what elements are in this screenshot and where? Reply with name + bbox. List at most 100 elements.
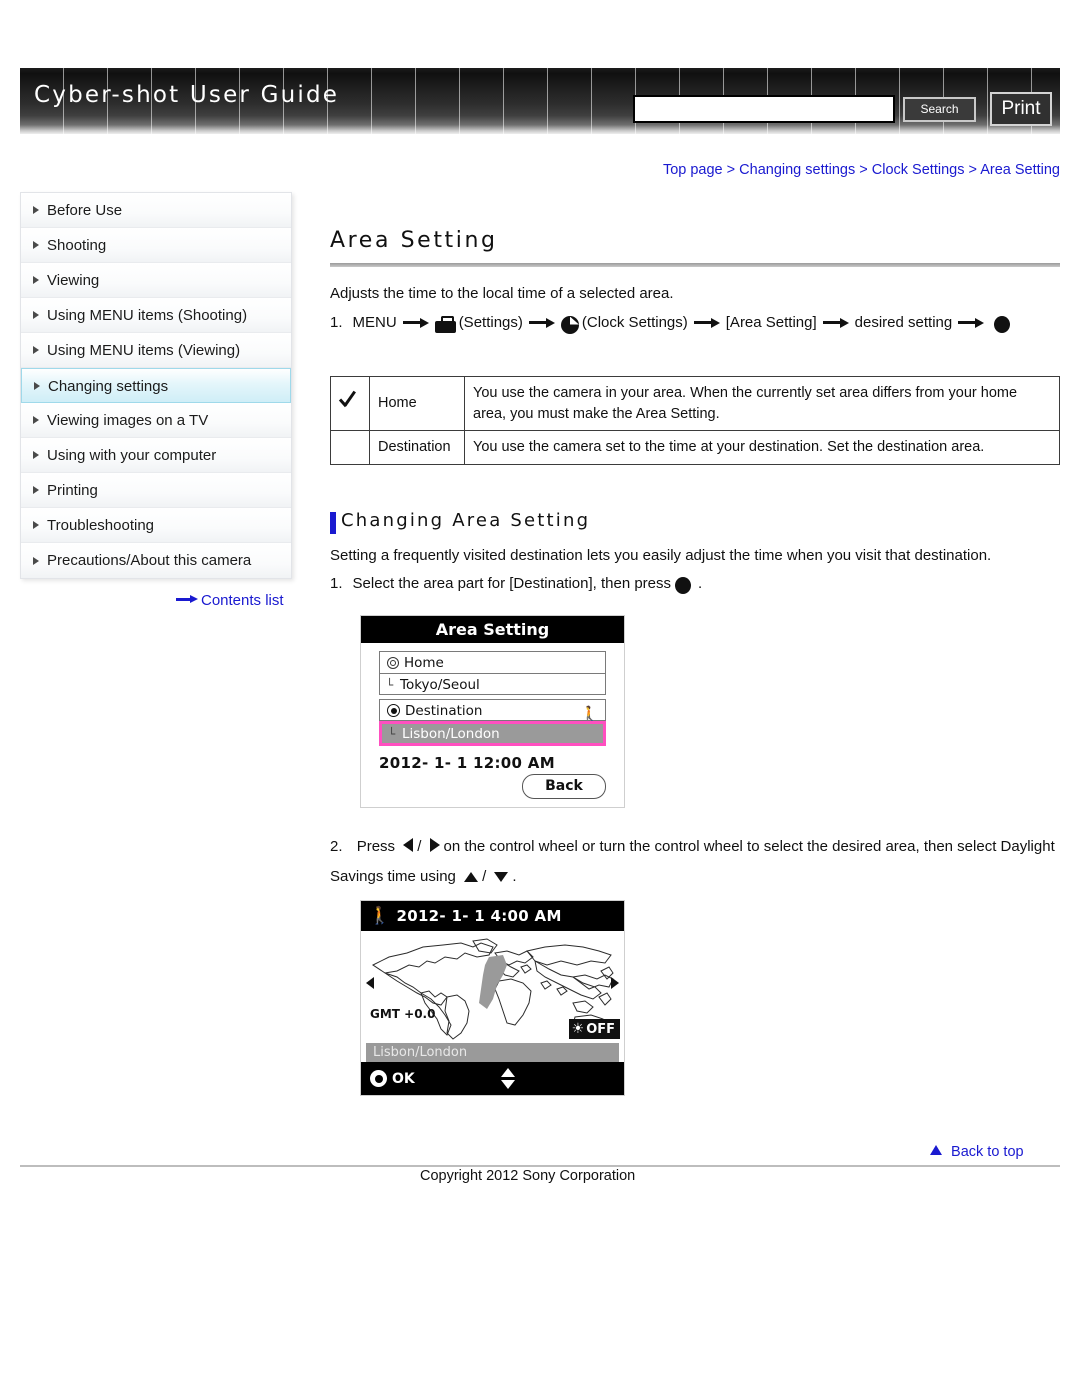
clock-settings-label: (Clock Settings) (581, 314, 688, 331)
contents-list-link[interactable]: Contents list (176, 592, 284, 609)
arrow-right-icon (822, 317, 849, 328)
page-root: Cyber-shot User Guide Search Print Befor… (0, 0, 1080, 1397)
home-ring-icon (387, 657, 399, 669)
dst-state-label: OFF (586, 1021, 615, 1037)
row-name-cell: Destination (369, 430, 465, 465)
arrow-up-down-icon (501, 1068, 515, 1089)
print-button[interactable]: Print (990, 92, 1052, 126)
camera-row-label: Lisbon/London (402, 726, 500, 742)
sidebar-item-viewing-images-tv[interactable]: Viewing images on a TV (21, 403, 291, 438)
camera-back-button[interactable]: Back (522, 774, 606, 799)
arrow-right-icon (693, 317, 720, 328)
branch-icon: └ (388, 727, 396, 741)
step-number: 1. (330, 575, 343, 592)
sidebar-item-troubleshooting[interactable]: Troubleshooting (21, 508, 291, 543)
step-number: 2. (330, 838, 343, 855)
sidebar-item-label: Viewing (47, 272, 100, 289)
sidebar-item-label: Using with your computer (47, 447, 217, 464)
area-setting-label: [Area Setting] (725, 314, 817, 331)
contents-list-label: Contents list (201, 592, 284, 609)
camera-datetime: 2012- 1- 1 12:00 AM (379, 754, 555, 772)
table-row: Home You use the camera in your area. Wh… (330, 375, 1060, 432)
sidebar-item-using-menu-shooting[interactable]: Using MENU items (Shooting) (21, 298, 291, 333)
step-text-after: . (698, 575, 703, 592)
arrow-right-icon (176, 595, 198, 604)
site-title: Cyber-shot User Guide (34, 82, 340, 108)
table-row: Destination You use the camera set to th… (330, 430, 1060, 465)
camera-screen-body: Home └ Tokyo/Seoul Destination 🚶 └ Lisbon/… (361, 643, 624, 772)
breadcrumb-separator: > (968, 162, 977, 178)
menu-label: MENU (352, 314, 397, 331)
breadcrumb-top-page[interactable]: Top page (663, 162, 723, 178)
sidebar-item-viewing[interactable]: Viewing (21, 263, 291, 298)
breadcrumb-clock-settings[interactable]: Clock Settings (872, 162, 965, 178)
arrow-up-icon (464, 872, 479, 882)
world-map: GMT +0.0 ☀ OFF (361, 931, 624, 1043)
map-arrow-left-icon[interactable] (366, 977, 374, 989)
arrow-down-icon (494, 872, 509, 882)
sidebar-item-label: Using MENU items (Viewing) (47, 342, 241, 359)
sidebar-item-label: Precautions/About this camera (47, 552, 252, 569)
section-step-1: 1. Select the area part for [Destination… (330, 575, 703, 594)
gmt-offset-label: GMT +0.0 (370, 1007, 436, 1021)
section-description: Setting a frequently visited destination… (330, 547, 992, 564)
camera-row-destination-city[interactable]: └ Lisbon/London (379, 721, 606, 746)
checkmark-icon (339, 390, 361, 410)
camera-row-label: Home (404, 655, 444, 671)
branch-icon: └ (386, 678, 394, 692)
settings-toolbox-icon (434, 315, 456, 333)
row-check-cell (330, 430, 370, 465)
arrow-right-icon (429, 838, 440, 852)
back-to-top-label: Back to top (951, 1144, 1024, 1160)
search-input[interactable] (633, 95, 895, 123)
camera-map-city: Lisbon/London (366, 1043, 619, 1062)
sidebar-item-before-use[interactable]: Before Use (21, 193, 291, 228)
site-header: Cyber-shot User Guide Search Print (20, 68, 1060, 134)
sidebar-item-label: Changing settings (48, 378, 169, 395)
sidebar-nav: Before Use Shooting Viewing Using MENU i… (20, 192, 292, 579)
row-desc-cell: You use the camera set to the time at yo… (464, 430, 1060, 465)
sidebar-item-precautions[interactable]: Precautions/About this camera (21, 543, 291, 578)
arrow-right-icon (528, 317, 555, 328)
camera-map-datetime: 2012- 1- 1 4:00 AM (396, 907, 562, 925)
breadcrumb-changing-settings[interactable]: Changing settings (739, 162, 855, 178)
camera-row-label: Destination (405, 703, 483, 719)
breadcrumb: Top page > Changing settings > Clock Set… (325, 162, 1060, 178)
sidebar-item-changing-settings[interactable]: Changing settings (21, 368, 291, 403)
row-name-cell: Home (369, 375, 465, 432)
step-number: 1. (330, 314, 343, 331)
step-text-end: . (512, 868, 517, 885)
sun-icon: ☀ (571, 1021, 585, 1037)
sidebar-item-label: Troubleshooting (47, 517, 155, 534)
ok-label: OK (392, 1070, 415, 1087)
step-text: Select the area part for [Destination], … (352, 575, 672, 592)
search-button[interactable]: Search (903, 97, 976, 122)
breadcrumb-area-setting[interactable]: Area Setting (980, 162, 1060, 178)
back-to-top-link[interactable]: Back to top (930, 1144, 1024, 1160)
arrow-right-icon (402, 317, 429, 328)
sidebar-item-label: Using MENU items (Shooting) (47, 307, 248, 324)
camera-row-home-city: └ Tokyo/Seoul (379, 673, 606, 695)
daylight-savings-badge[interactable]: ☀ OFF (568, 1019, 620, 1039)
center-button-icon (994, 315, 1011, 333)
map-arrow-right-icon[interactable] (611, 977, 619, 989)
traveler-icon: 🚶 (369, 906, 391, 926)
camera-row-label: Tokyo/Seoul (400, 677, 480, 693)
sidebar-item-using-with-computer[interactable]: Using with your computer (21, 438, 291, 473)
desired-setting-label: desired setting (854, 314, 953, 331)
sidebar-item-shooting[interactable]: Shooting (21, 228, 291, 263)
sidebar-item-printing[interactable]: Printing (21, 473, 291, 508)
clock-icon (560, 315, 579, 334)
row-check-cell (330, 375, 370, 432)
camera-screen-world-map: 🚶 2012- 1- 1 4:00 AM GMT +0.0 ☀ OFF Lisb… (360, 900, 625, 1096)
sidebar-item-using-menu-viewing[interactable]: Using MENU items (Viewing) (21, 333, 291, 368)
camera-screen-area-setting: Area Setting Home └ Tokyo/Seoul Destinati… (360, 615, 625, 808)
camera-row-home: Home (379, 651, 606, 673)
sidebar-item-label: Before Use (47, 202, 123, 219)
camera-map-header: 🚶 2012- 1- 1 4:00 AM (361, 901, 624, 931)
sidebar-item-label: Printing (47, 482, 98, 499)
settings-label: (Settings) (458, 314, 523, 331)
camera-map-footer: OK (361, 1062, 624, 1095)
menu-path-step: 1. MENU (Settings) (Clock Settings) [Are… (330, 314, 1013, 334)
footer-divider (20, 1165, 1060, 1167)
